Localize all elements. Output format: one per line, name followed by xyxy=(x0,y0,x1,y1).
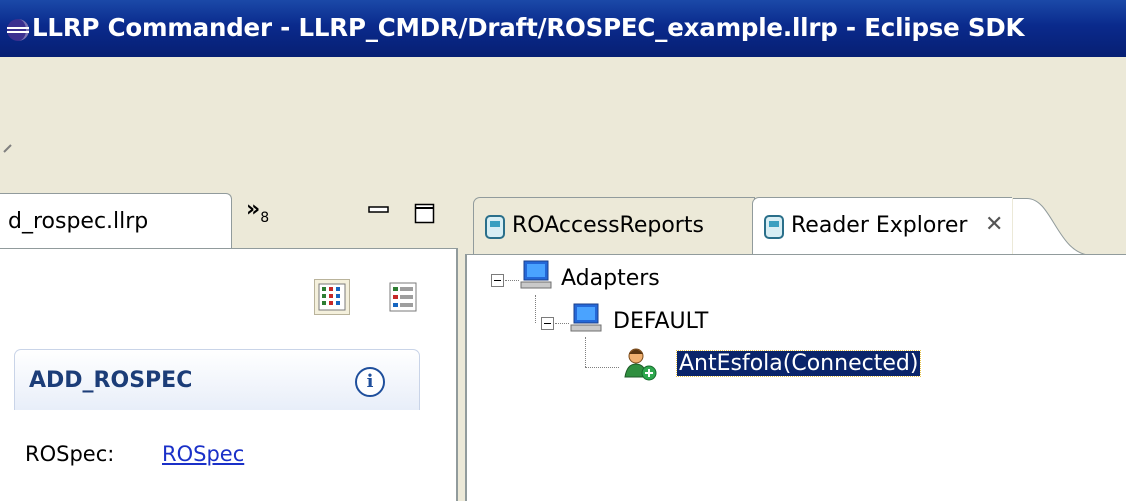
tab-reader-explorer[interactable]: Reader Explorer ✕ xyxy=(752,197,1093,256)
section-title: ADD_ROSPEC xyxy=(29,368,193,393)
reader-explorer-view: ROAccessReports Reader Explorer ✕ Adapte… xyxy=(465,193,1126,501)
collapse-default-toggle[interactable] xyxy=(541,317,554,330)
toolbar-area xyxy=(0,57,1126,193)
computer-icon xyxy=(570,303,602,332)
reader-tree: Adapters DEFAULT AntEsfola(Connected) xyxy=(465,254,1126,501)
editor-tab-bar: d_rospec.llrp »8 xyxy=(0,193,458,248)
tab-roaccessreports[interactable]: ROAccessReports xyxy=(473,197,755,255)
overflow-count: 8 xyxy=(260,210,270,226)
tab-overflow-button[interactable]: »8 xyxy=(246,197,269,226)
connected-reader-icon xyxy=(624,348,657,381)
collapse-adapters-toggle[interactable] xyxy=(491,274,504,287)
eclipse-icon xyxy=(7,19,29,41)
maximize-icon[interactable] xyxy=(414,203,436,225)
info-icon[interactable]: i xyxy=(355,367,385,397)
editor-form: ADD_ROSPEC i ROSpec: ROSpec xyxy=(0,248,458,501)
title-bar[interactable]: LLRP Commander - LLRP_CMDR/Draft/ROSPEC_… xyxy=(0,0,1126,57)
editor-view: d_rospec.llrp »8 ADD_ROSPEC i ROSpec: RO… xyxy=(0,193,458,501)
vertical-layout-icon[interactable] xyxy=(314,279,350,315)
add-rospec-section: ADD_ROSPEC i xyxy=(14,349,420,410)
chevron-icon: » xyxy=(246,197,261,222)
rospec-link[interactable]: ROSpec xyxy=(162,442,244,466)
tab-edge-icon xyxy=(1013,198,1093,256)
reader-icon xyxy=(764,215,784,239)
computer-icon xyxy=(520,260,552,289)
tab-label: ROAccessReports xyxy=(512,213,704,238)
toolbar-grip-icon[interactable] xyxy=(3,143,13,153)
horizontal-layout-icon[interactable] xyxy=(387,279,419,315)
window-title: LLRP Commander - LLRP_CMDR/Draft/ROSPEC_… xyxy=(32,13,1025,42)
tree-node-adapters[interactable]: Adapters xyxy=(561,266,660,291)
tree-node-antesfola[interactable]: AntEsfola(Connected) xyxy=(675,350,922,377)
reader-icon xyxy=(485,215,505,239)
minimize-icon[interactable] xyxy=(368,205,390,219)
rospec-field-label: ROSpec: xyxy=(25,442,115,466)
close-icon[interactable]: ✕ xyxy=(985,214,1003,236)
tree-node-default[interactable]: DEFAULT xyxy=(613,309,708,334)
tab-label: Reader Explorer xyxy=(791,213,968,238)
tab-rospec-file[interactable]: d_rospec.llrp xyxy=(0,193,232,248)
